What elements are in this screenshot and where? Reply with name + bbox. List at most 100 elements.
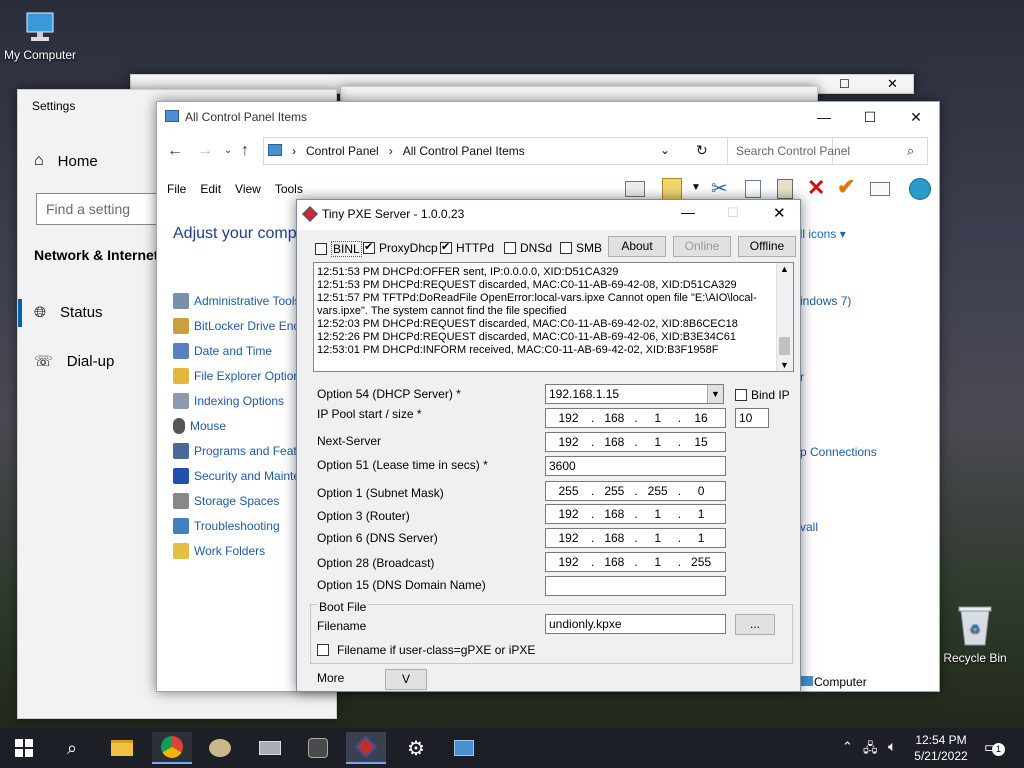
properties-icon[interactable] (662, 178, 682, 200)
checkbox[interactable] (504, 242, 516, 254)
maximize-icon[interactable]: ☐ (839, 77, 850, 91)
maximize-button[interactable]: ☐ (847, 102, 893, 132)
ip-pool-size-input[interactable]: 10 (735, 408, 769, 428)
cp-item-firewall[interactable]: vall (800, 520, 818, 534)
maximize-button[interactable]: ☐ (727, 205, 739, 221)
log-textarea[interactable]: 12:51:53 PM DHCPd:OFFER sent, IP:0.0.0.0… (313, 262, 794, 372)
menu-tools[interactable]: Tools (275, 182, 303, 196)
refresh-icon[interactable]: ↻ (696, 142, 708, 159)
option-httpd[interactable]: HTTPd (440, 240, 494, 255)
preview-pane-icon[interactable] (625, 181, 645, 197)
scroll-thumb[interactable] (779, 337, 790, 355)
globe-icon[interactable] (909, 178, 931, 200)
cp-item-security-maintenance[interactable]: Security and Mainte (173, 468, 300, 484)
delete-icon[interactable]: ✕ (807, 175, 825, 201)
checkbox[interactable] (317, 644, 329, 656)
cp-item-indexing-options[interactable]: Indexing Options (173, 393, 284, 409)
checkbox[interactable] (315, 243, 327, 255)
menu-view[interactable]: View (235, 182, 261, 196)
checkbox[interactable] (560, 242, 572, 254)
up-arrow-icon[interactable]: ↑ (241, 142, 249, 160)
desktop-icon-my-computer[interactable]: My Computer (0, 10, 80, 62)
address-dropdown-icon[interactable]: ⌄ (660, 143, 670, 157)
more-toggle-button[interactable]: V (385, 669, 427, 690)
broadcast-input[interactable]: 192. 168. 1. 255 (545, 552, 726, 572)
cp-item-administrative-tools[interactable]: Administrative Tools (173, 293, 301, 309)
search-icon[interactable]: ⌕ (907, 143, 914, 159)
paste-icon[interactable] (777, 179, 793, 199)
log-scrollbar[interactable]: ▲ ▼ (776, 263, 793, 371)
scroll-up-icon[interactable]: ▲ (780, 263, 789, 276)
breadcrumb-all-items[interactable]: All Control Panel Items (403, 144, 525, 158)
minimize-button[interactable]: — (801, 102, 847, 132)
next-server-input[interactable]: 192. 168. 1. 15 (545, 432, 726, 452)
taskbar-settings[interactable]: ⚙ (396, 732, 436, 764)
option-proxydhcp[interactable]: ProxyDhcp (363, 240, 438, 255)
cp-item-mouse[interactable]: Mouse (173, 418, 226, 434)
settings-nav-home[interactable]: ⌂ Home (34, 152, 98, 170)
search-button[interactable]: ⌕ (52, 732, 92, 764)
settings-nav-status[interactable]: 🌐︎ Status (34, 304, 103, 321)
close-button[interactable]: ✕ (773, 204, 786, 222)
taskbar-paint[interactable] (200, 732, 240, 764)
taskbar-control-panel[interactable] (444, 732, 484, 764)
checkbox[interactable] (363, 240, 375, 254)
checkbox[interactable] (735, 389, 747, 401)
taskbar-drive-tool[interactable] (250, 732, 290, 764)
dns-domain-input[interactable] (545, 576, 726, 596)
close-icon[interactable]: ✕ (887, 76, 898, 92)
browse-button[interactable]: ... (735, 614, 775, 635)
show-hidden-icons-icon[interactable]: ⌃ (842, 739, 853, 755)
option-binl[interactable]: BINL (315, 241, 362, 257)
cp-item-file-explorer-options[interactable]: File Explorer Option (173, 368, 300, 384)
online-button[interactable]: Online (673, 236, 731, 257)
cp-item-storage-spaces[interactable]: Storage Spaces (173, 493, 279, 509)
ip-pool-start-input[interactable]: 192. 168. 1. 16 (545, 408, 726, 428)
dropdown-icon[interactable]: ▼ (691, 182, 701, 193)
forward-arrow-icon[interactable]: → (197, 142, 213, 160)
bind-ip-checkbox[interactable]: Bind IP (735, 388, 790, 402)
background-window-middle[interactable] (340, 86, 818, 102)
copy-icon[interactable] (745, 180, 761, 198)
menu-file[interactable]: File (167, 182, 186, 196)
taskbar-user-app[interactable] (298, 732, 338, 764)
router-input[interactable]: 192. 168. 1. 1 (545, 504, 726, 524)
rename-icon[interactable] (870, 182, 890, 196)
taskbar-chrome[interactable] (152, 732, 192, 764)
cp-item-windows7[interactable]: indows 7) (800, 294, 851, 308)
checkmark-icon[interactable]: ✔ (837, 174, 855, 200)
checkbox[interactable] (440, 240, 452, 254)
option54-select[interactable]: 192.168.1.15 ▼ (545, 384, 724, 404)
start-button[interactable] (4, 732, 44, 764)
control-panel-search-input[interactable]: Search Control Panel (727, 137, 928, 165)
back-arrow-icon[interactable]: ← (167, 142, 183, 160)
option-dnsd[interactable]: DNSd (504, 241, 552, 255)
cp-item-connections[interactable]: p Connections (800, 445, 877, 459)
subnet-mask-input[interactable]: 255. 255. 255. 0 (545, 481, 726, 501)
cp-item-bitlocker[interactable]: BitLocker Drive Encr (173, 318, 303, 334)
close-button[interactable]: ✕ (893, 102, 939, 132)
cp-item-date-time[interactable]: Date and Time (173, 343, 272, 359)
filename-input[interactable]: undionly.kpxe (545, 614, 726, 634)
filename-gpxe-checkbox[interactable]: Filename if user-class=gPXE or iPXE (317, 643, 535, 657)
option51-input[interactable]: 3600 (545, 456, 726, 476)
offline-button[interactable]: Offline (738, 236, 796, 257)
tiny-pxe-window[interactable]: Tiny PXE Server - 1.0.0.23 — ☐ ✕ BINL Pr… (296, 199, 801, 692)
cut-icon[interactable]: ✂ (711, 176, 728, 201)
settings-nav-dial-up[interactable]: ☏ Dial-up (34, 352, 114, 371)
scroll-down-icon[interactable]: ▼ (780, 359, 789, 371)
option-smb[interactable]: SMB (560, 241, 602, 255)
breadcrumb-control-panel[interactable]: Control Panel (306, 144, 379, 158)
cp-item-programs-features[interactable]: Programs and Featu (173, 443, 303, 459)
dropdown-arrow-icon[interactable]: ▼ (707, 385, 723, 403)
taskbar-tiny-pxe[interactable] (346, 732, 386, 764)
about-button[interactable]: About (608, 236, 666, 257)
dns-server-input[interactable]: 192. 168. 1. 1 (545, 528, 726, 548)
cp-item-work-folders[interactable]: Work Folders (173, 543, 265, 559)
menu-edit[interactable]: Edit (200, 182, 221, 196)
cp-item-troubleshooting[interactable]: Troubleshooting (173, 518, 280, 534)
recent-chevron-icon[interactable]: ⌄ (224, 145, 232, 156)
network-icon[interactable]: 🖧︎ (863, 739, 878, 761)
volume-icon[interactable]: 🔈︎ (888, 738, 896, 755)
desktop-icon-recycle-bin[interactable]: ♻ Recycle Bin (935, 603, 1015, 665)
